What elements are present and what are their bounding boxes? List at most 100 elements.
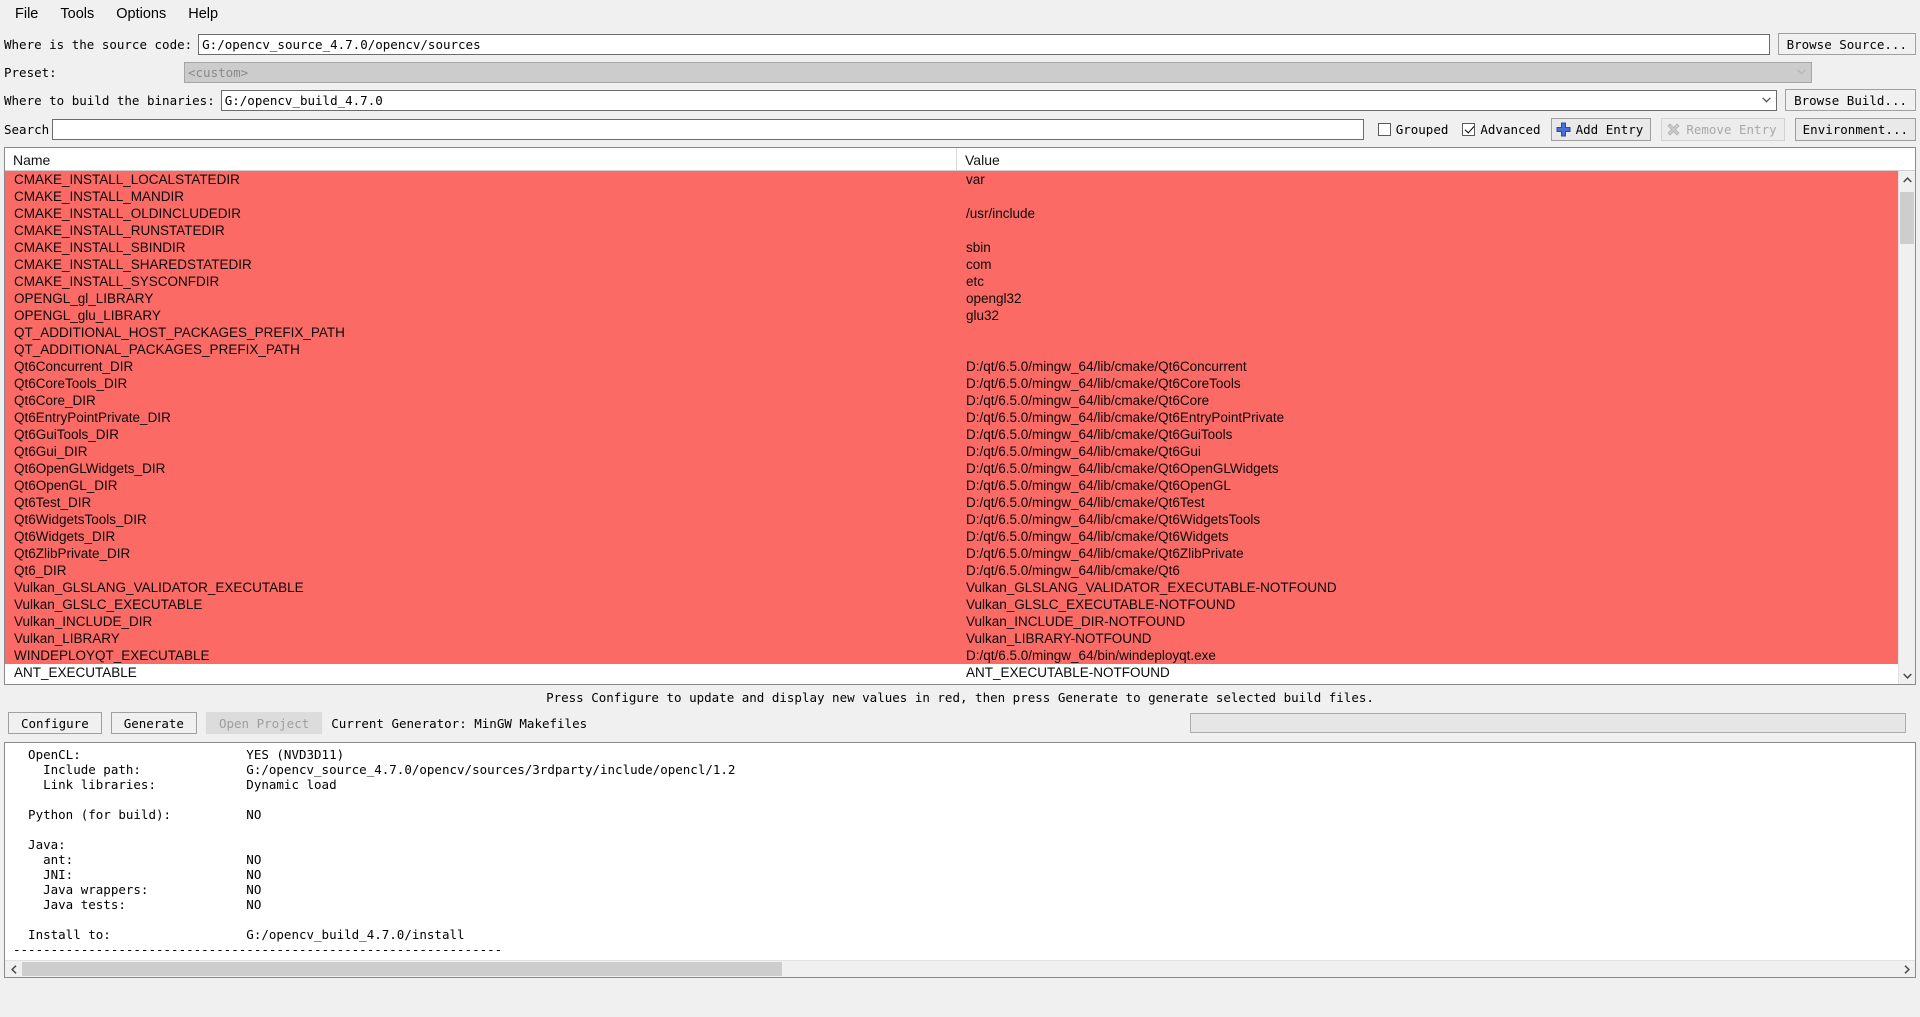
cell-variable-value[interactable] [957, 222, 1898, 239]
cell-variable-value[interactable]: /usr/include [957, 205, 1898, 222]
cell-variable-value[interactable]: D:/qt/6.5.0/mingw_64/lib/cmake/Qt6OpenGL [957, 477, 1898, 494]
build-dir-input[interactable]: G:/opencv_build_4.7.0 [220, 89, 1778, 111]
table-row[interactable]: CMAKE_INSTALL_LOCALSTATEDIR var [5, 171, 1898, 188]
configure-button[interactable]: Configure [8, 712, 102, 734]
remove-x-icon [1666, 122, 1681, 137]
table-row[interactable]: Qt6ZlibPrivate_DIR D:/qt/6.5.0/mingw_64/l… [5, 545, 1898, 562]
table-row[interactable]: QT_ADDITIONAL_PACKAGES_PREFIX_PATH [5, 341, 1898, 358]
scroll-track-horizontal[interactable] [22, 961, 1898, 977]
scroll-thumb[interactable] [1900, 192, 1914, 244]
environment-button[interactable]: Environment... [1794, 117, 1916, 141]
advanced-checkbox[interactable]: Advanced [1462, 122, 1541, 137]
table-row[interactable]: CMAKE_INSTALL_SHAREDSTATEDIR com [5, 256, 1898, 273]
scroll-left-arrow-icon[interactable] [5, 961, 22, 977]
table-row[interactable]: CMAKE_INSTALL_SBINDIR sbin [5, 239, 1898, 256]
cell-variable-value[interactable]: D:/qt/6.5.0/mingw_64/lib/cmake/Qt6Test [957, 494, 1898, 511]
column-header-value[interactable]: Value [957, 148, 1915, 170]
table-row[interactable]: WINDEPLOYQT_EXECUTABLE D:/qt/6.5.0/mingw_… [5, 647, 1898, 664]
preset-combo-wrap: <custom> [184, 61, 1812, 83]
menu-item-options[interactable]: Options [105, 3, 177, 25]
log-text[interactable]: OpenCL: YES (NVD3D11) Include path: G:/o… [5, 743, 1915, 960]
build-dir-row: Where to build the binaries: G:/opencv_b… [0, 86, 1920, 114]
cell-variable-value[interactable]: Vulkan_LIBRARY-NOTFOUND [957, 630, 1898, 647]
preset-combo[interactable]: <custom> [184, 61, 1812, 83]
cell-variable-value[interactable]: D:/qt/6.5.0/mingw_64/lib/cmake/Qt6Gui [957, 443, 1898, 460]
cell-variable-value[interactable]: D:/qt/6.5.0/mingw_64/lib/cmake/Qt6EntryP… [957, 409, 1898, 426]
table-row[interactable]: CMAKE_INSTALL_MANDIR [5, 188, 1898, 205]
current-generator-label: Current Generator: MinGW Makefiles [331, 715, 588, 731]
table-row[interactable]: Qt6OpenGL_DIR D:/qt/6.5.0/mingw_64/lib/cm… [5, 477, 1898, 494]
cell-variable-value[interactable]: D:/qt/6.5.0/mingw_64/lib/cmake/Qt6Widget… [957, 511, 1898, 528]
cell-variable-value[interactable]: D:/qt/6.5.0/mingw_64/lib/cmake/Qt6Widget… [957, 528, 1898, 545]
menu-item-help[interactable]: Help [177, 3, 229, 25]
cell-variable-value[interactable]: glu32 [957, 307, 1898, 324]
cell-variable-value[interactable]: D:/qt/6.5.0/mingw_64/lib/cmake/Qt6OpenGL… [957, 460, 1898, 477]
grouped-checkbox[interactable]: Grouped [1377, 121, 1449, 137]
cell-variable-value[interactable]: D:/qt/6.5.0/mingw_64/lib/cmake/Qt6 [957, 562, 1898, 579]
cell-variable-value[interactable]: D:/qt/6.5.0/mingw_64/bin/windeployqt.exe [957, 647, 1898, 664]
table-row[interactable]: OPENGL_gl_LIBRARY opengl32 [5, 290, 1898, 307]
table-row[interactable]: Qt6Concurrent_DIR D:/qt/6.5.0/mingw_64/li… [5, 358, 1898, 375]
cell-variable-value[interactable]: D:/qt/6.5.0/mingw_64/lib/cmake/Qt6Concur… [957, 358, 1898, 375]
cell-variable-value[interactable] [957, 324, 1898, 341]
cell-variable-value[interactable]: D:/qt/6.5.0/mingw_64/lib/cmake/Qt6CoreTo… [957, 375, 1898, 392]
table-row[interactable]: Qt6Widgets_DIR D:/qt/6.5.0/mingw_64/lib/c… [5, 528, 1898, 545]
table-row[interactable]: Qt6_DIR D:/qt/6.5.0/mingw_64/lib/cmake/Qt… [5, 562, 1898, 579]
cell-variable-value[interactable] [957, 188, 1898, 205]
search-input[interactable] [52, 118, 1364, 140]
table-row[interactable]: Qt6GuiTools_DIR D:/qt/6.5.0/mingw_64/lib/… [5, 426, 1898, 443]
scroll-down-arrow-icon[interactable] [1899, 667, 1915, 684]
table-row[interactable]: OPENGL_glu_LIBRARY glu32 [5, 307, 1898, 324]
cell-variable-value[interactable] [957, 341, 1898, 358]
cell-variable-value[interactable]: Vulkan_GLSLC_EXECUTABLE-NOTFOUND [957, 596, 1898, 613]
scroll-up-arrow-icon[interactable] [1899, 171, 1915, 188]
table-row[interactable]: Vulkan_INCLUDE_DIR Vulkan_INCLUDE_DIR-NOT… [5, 613, 1898, 630]
cell-variable-value[interactable]: D:/qt/6.5.0/mingw_64/lib/cmake/Qt6GuiToo… [957, 426, 1898, 443]
cell-variable-value[interactable]: var [957, 171, 1898, 188]
scroll-thumb-horizontal[interactable] [22, 962, 782, 976]
cell-variable-value[interactable]: etc [957, 273, 1898, 290]
cell-variable-value[interactable]: D:/qt/6.5.0/mingw_64/lib/cmake/Qt6Core [957, 392, 1898, 409]
log-horizontal-scrollbar[interactable] [5, 960, 1915, 977]
cell-variable-value[interactable]: com [957, 256, 1898, 273]
log-line: ----------------------------------------… [13, 942, 503, 957]
table-row[interactable]: Qt6EntryPointPrivate_DIR D:/qt/6.5.0/ming… [5, 409, 1898, 426]
cell-variable-value[interactable]: ANT_EXECUTABLE-NOTFOUND [957, 664, 1898, 681]
table-row[interactable]: Qt6Gui_DIR D:/qt/6.5.0/mingw_64/lib/cmake… [5, 443, 1898, 460]
log-line: Install to: G:/opencv_build_4.7.0/instal… [13, 927, 465, 942]
table-row[interactable]: Vulkan_LIBRARY Vulkan_LIBRARY-NOTFOUND [5, 630, 1898, 647]
table-row[interactable]: Vulkan_GLSLANG_VALIDATOR_EXECUTABLE Vulka… [5, 579, 1898, 596]
browse-build-button[interactable]: Browse Build... [1785, 89, 1916, 111]
table-vertical-scrollbar[interactable] [1898, 171, 1915, 684]
table-body: CMAKE_INSTALL_LOCALSTATEDIR var CMAKE_INST… [5, 171, 1898, 684]
chevron-down-icon[interactable] [1757, 91, 1776, 110]
table-row[interactable]: Qt6WidgetsTools_DIR D:/qt/6.5.0/mingw_64/… [5, 511, 1898, 528]
cell-variable-value[interactable]: sbin [957, 239, 1898, 256]
cell-variable-value[interactable]: opengl32 [957, 290, 1898, 307]
table-row[interactable]: Qt6Test_DIR D:/qt/6.5.0/mingw_64/lib/cmak… [5, 494, 1898, 511]
table-row[interactable]: CMAKE_INSTALL_SYSCONFDIR etc [5, 273, 1898, 290]
table-row[interactable]: CMAKE_INSTALL_OLDINCLUDEDIR/usr/include [5, 205, 1898, 222]
cell-variable-value[interactable]: Vulkan_INCLUDE_DIR-NOTFOUND [957, 613, 1898, 630]
generate-button[interactable]: Generate [110, 712, 197, 734]
table-row[interactable]: QT_ADDITIONAL_HOST_PACKAGES_PREFIX_PATH [5, 324, 1898, 341]
cell-variable-name: Qt6WidgetsTools_DIR [14, 512, 147, 527]
table-row[interactable]: Vulkan_GLSLC_EXECUTABLE Vulkan_GLSLC_EXEC… [5, 596, 1898, 613]
menu-item-file[interactable]: File [4, 3, 49, 25]
grouped-label: Grouped [1395, 121, 1449, 137]
browse-source-button[interactable]: Browse Source... [1777, 33, 1916, 55]
cell-variable-value[interactable]: D:/qt/6.5.0/mingw_64/lib/cmake/Qt6ZlibPr… [957, 545, 1898, 562]
source-code-input[interactable]: G:/opencv_source_4.7.0/opencv/sources [198, 33, 1770, 55]
scroll-right-arrow-icon[interactable] [1898, 961, 1915, 977]
column-header-name[interactable]: Name [5, 148, 957, 170]
add-entry-button[interactable]: Add Entry [1550, 117, 1652, 141]
menu-item-tools[interactable]: Tools [49, 3, 105, 25]
table-row[interactable]: Qt6OpenGLWidgets_DIR D:/qt/6.5.0/mingw_64… [5, 460, 1898, 477]
table-row[interactable]: ANT_EXECUTABLE ANT_EXECUTABLE-NOTFOUND [5, 664, 1898, 681]
table-row[interactable]: CMAKE_INSTALL_RUNSTATEDIR [5, 222, 1898, 239]
scroll-track[interactable] [1899, 188, 1915, 667]
table-row[interactable]: Qt6CoreTools_DIR D:/qt/6.5.0/mingw_64/lib… [5, 375, 1898, 392]
table-row[interactable]: Qt6Core_DIR D:/qt/6.5.0/mingw_64/lib/cmak… [5, 392, 1898, 409]
cell-variable-value[interactable]: Vulkan_GLSLANG_VALIDATOR_EXECUTABLE-NOTF… [957, 579, 1898, 596]
